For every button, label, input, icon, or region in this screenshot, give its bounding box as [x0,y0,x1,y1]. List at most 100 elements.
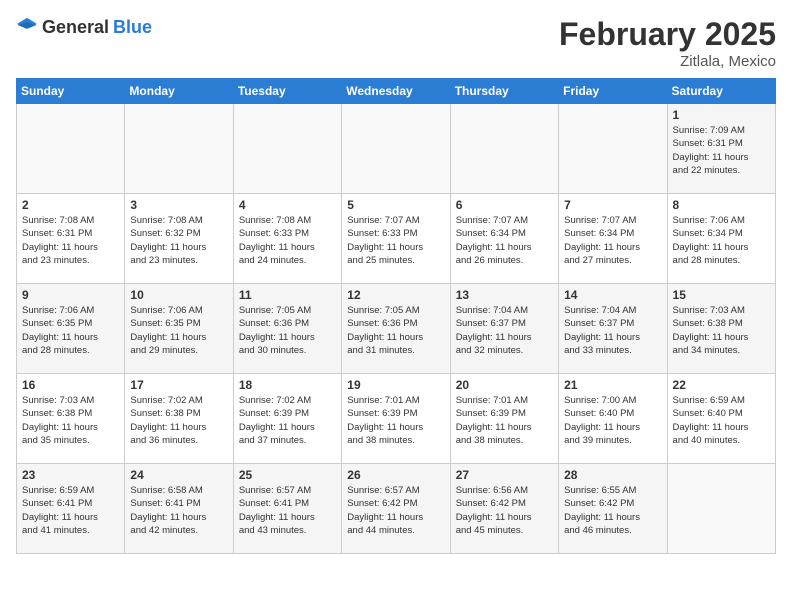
day-cell: 1 Sunrise: 7:09 AM Sunset: 6:31 PM Daylig… [667,104,775,194]
week-row-1: 1 Sunrise: 7:09 AM Sunset: 6:31 PM Daylig… [17,104,776,194]
day-info: Sunrise: 7:04 AM Sunset: 6:37 PM Dayligh… [564,304,661,357]
weekday-header-tuesday: Tuesday [233,79,341,104]
day-number: 6 [456,198,553,212]
day-info: Sunrise: 7:05 AM Sunset: 6:36 PM Dayligh… [347,304,444,357]
day-info: Sunrise: 7:08 AM Sunset: 6:31 PM Dayligh… [22,214,119,267]
day-info: Sunrise: 7:01 AM Sunset: 6:39 PM Dayligh… [347,394,444,447]
calendar-title: February 2025 [559,16,776,53]
day-cell: 24 Sunrise: 6:58 AM Sunset: 6:41 PM Dayli… [125,464,233,554]
day-number: 11 [239,288,336,302]
day-info: Sunrise: 6:59 AM Sunset: 6:40 PM Dayligh… [673,394,770,447]
day-cell: 15 Sunrise: 7:03 AM Sunset: 6:38 PM Dayli… [667,284,775,374]
day-number: 8 [673,198,770,212]
day-number: 3 [130,198,227,212]
day-info: Sunrise: 7:03 AM Sunset: 6:38 PM Dayligh… [22,394,119,447]
day-number: 27 [456,468,553,482]
day-number: 12 [347,288,444,302]
day-cell: 14 Sunrise: 7:04 AM Sunset: 6:37 PM Dayli… [559,284,667,374]
day-info: Sunrise: 6:57 AM Sunset: 6:41 PM Dayligh… [239,484,336,537]
calendar-table: SundayMondayTuesdayWednesdayThursdayFrid… [16,78,776,554]
weekday-header-row: SundayMondayTuesdayWednesdayThursdayFrid… [17,79,776,104]
day-cell: 10 Sunrise: 7:06 AM Sunset: 6:35 PM Dayli… [125,284,233,374]
title-block: February 2025 Zitlala, Mexico [559,16,776,70]
day-cell [450,104,558,194]
day-info: Sunrise: 7:08 AM Sunset: 6:33 PM Dayligh… [239,214,336,267]
day-number: 25 [239,468,336,482]
weekday-header-thursday: Thursday [450,79,558,104]
day-cell: 17Sunrise: 7:02 AM Sunset: 6:38 PM Dayli… [125,374,233,464]
logo-icon [16,16,38,38]
day-cell [342,104,450,194]
day-cell: 12 Sunrise: 7:05 AM Sunset: 6:36 PM Dayli… [342,284,450,374]
day-number: 14 [564,288,661,302]
day-cell [559,104,667,194]
day-cell: 8 Sunrise: 7:06 AM Sunset: 6:34 PM Daylig… [667,194,775,284]
day-number: 23 [22,468,119,482]
day-cell: 23 Sunrise: 6:59 AM Sunset: 6:41 PM Dayli… [17,464,125,554]
day-number: 18 [239,378,336,392]
weekday-header-sunday: Sunday [17,79,125,104]
day-info: Sunrise: 7:07 AM Sunset: 6:34 PM Dayligh… [456,214,553,267]
page-header: GeneralBlue February 2025 Zitlala, Mexic… [16,16,776,70]
day-cell: 21 Sunrise: 7:00 AM Sunset: 6:40 PM Dayli… [559,374,667,464]
weekday-header-friday: Friday [559,79,667,104]
day-number: 20 [456,378,553,392]
day-cell [125,104,233,194]
day-info: Sunrise: 6:57 AM Sunset: 6:42 PM Dayligh… [347,484,444,537]
day-cell: 16 Sunrise: 7:03 AM Sunset: 6:38 PM Dayli… [17,374,125,464]
day-number: 15 [673,288,770,302]
day-cell: 22 Sunrise: 6:59 AM Sunset: 6:40 PM Dayli… [667,374,775,464]
day-cell: 6 Sunrise: 7:07 AM Sunset: 6:34 PM Daylig… [450,194,558,284]
day-info: Sunrise: 7:09 AM Sunset: 6:31 PM Dayligh… [673,124,770,177]
week-row-4: 16 Sunrise: 7:03 AM Sunset: 6:38 PM Dayli… [17,374,776,464]
day-cell: 28Sunrise: 6:55 AM Sunset: 6:42 PM Dayli… [559,464,667,554]
day-number: 26 [347,468,444,482]
day-number: 24 [130,468,227,482]
day-number: 16 [22,378,119,392]
logo: GeneralBlue [16,16,152,38]
day-number: 13 [456,288,553,302]
day-number: 2 [22,198,119,212]
day-number: 10 [130,288,227,302]
day-info: Sunrise: 7:06 AM Sunset: 6:35 PM Dayligh… [130,304,227,357]
logo-general-text: General [42,17,109,38]
weekday-header-monday: Monday [125,79,233,104]
day-info: Sunrise: 7:03 AM Sunset: 6:38 PM Dayligh… [673,304,770,357]
day-cell [233,104,341,194]
day-cell: 4Sunrise: 7:08 AM Sunset: 6:33 PM Daylig… [233,194,341,284]
day-cell: 20Sunrise: 7:01 AM Sunset: 6:39 PM Dayli… [450,374,558,464]
day-number: 1 [673,108,770,122]
day-info: Sunrise: 6:58 AM Sunset: 6:41 PM Dayligh… [130,484,227,537]
day-number: 21 [564,378,661,392]
calendar-subtitle: Zitlala, Mexico [559,53,776,70]
day-number: 7 [564,198,661,212]
day-info: Sunrise: 7:05 AM Sunset: 6:36 PM Dayligh… [239,304,336,357]
day-info: Sunrise: 6:56 AM Sunset: 6:42 PM Dayligh… [456,484,553,537]
day-number: 9 [22,288,119,302]
day-cell: 7Sunrise: 7:07 AM Sunset: 6:34 PM Daylig… [559,194,667,284]
day-cell: 9 Sunrise: 7:06 AM Sunset: 6:35 PM Daylig… [17,284,125,374]
day-number: 28 [564,468,661,482]
day-number: 19 [347,378,444,392]
day-info: Sunrise: 6:59 AM Sunset: 6:41 PM Dayligh… [22,484,119,537]
day-cell: 25 Sunrise: 6:57 AM Sunset: 6:41 PM Dayli… [233,464,341,554]
day-number: 5 [347,198,444,212]
weekday-header-saturday: Saturday [667,79,775,104]
day-cell: 19 Sunrise: 7:01 AM Sunset: 6:39 PM Dayli… [342,374,450,464]
day-cell [17,104,125,194]
day-cell: 26 Sunrise: 6:57 AM Sunset: 6:42 PM Dayli… [342,464,450,554]
logo-blue-text: Blue [113,17,152,38]
day-info: Sunrise: 7:07 AM Sunset: 6:33 PM Dayligh… [347,214,444,267]
day-cell: 3Sunrise: 7:08 AM Sunset: 6:32 PM Daylig… [125,194,233,284]
day-cell: 11 Sunrise: 7:05 AM Sunset: 6:36 PM Dayli… [233,284,341,374]
day-info: Sunrise: 7:02 AM Sunset: 6:39 PM Dayligh… [239,394,336,447]
day-info: Sunrise: 7:06 AM Sunset: 6:34 PM Dayligh… [673,214,770,267]
day-info: Sunrise: 7:00 AM Sunset: 6:40 PM Dayligh… [564,394,661,447]
day-number: 22 [673,378,770,392]
day-cell: 2 Sunrise: 7:08 AM Sunset: 6:31 PM Daylig… [17,194,125,284]
day-info: Sunrise: 7:06 AM Sunset: 6:35 PM Dayligh… [22,304,119,357]
week-row-3: 9 Sunrise: 7:06 AM Sunset: 6:35 PM Daylig… [17,284,776,374]
day-cell: 13 Sunrise: 7:04 AM Sunset: 6:37 PM Dayli… [450,284,558,374]
day-info: Sunrise: 7:04 AM Sunset: 6:37 PM Dayligh… [456,304,553,357]
weekday-header-wednesday: Wednesday [342,79,450,104]
